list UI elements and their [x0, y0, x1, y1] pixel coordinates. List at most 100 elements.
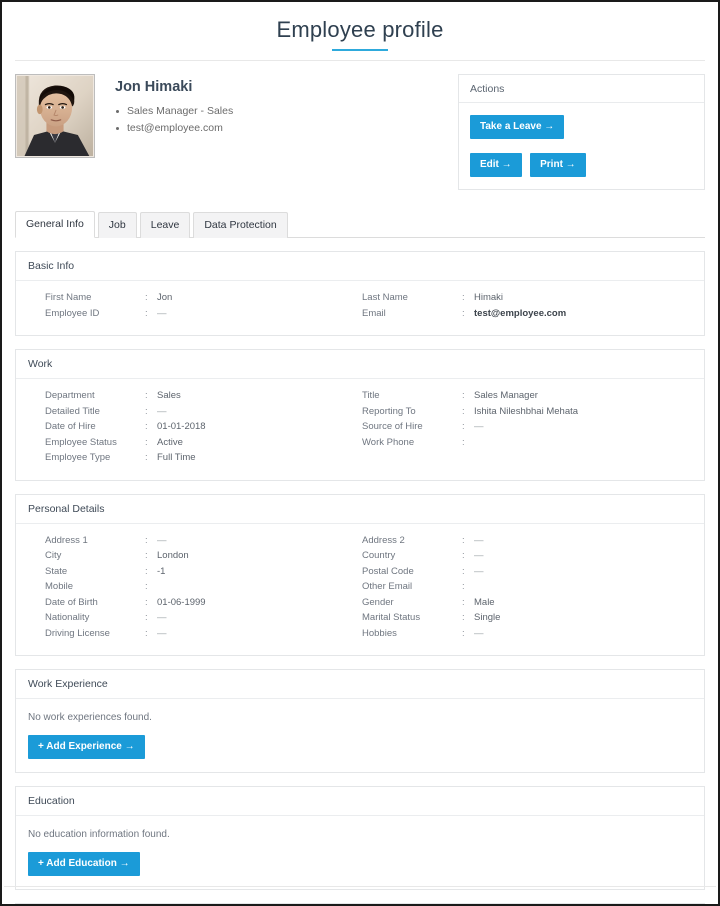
field-value: — — [157, 612, 167, 623]
field-separator: : — [462, 627, 465, 639]
field-separator: : — [145, 627, 148, 639]
field-label: Email — [362, 307, 386, 319]
take-a-leave-button[interactable]: Take a Leave → — [470, 115, 565, 139]
field-value: Himaki — [474, 292, 504, 303]
field-value: Jon — [157, 292, 173, 303]
tab-leave[interactable]: Leave — [139, 212, 191, 238]
education-title: Education — [16, 787, 704, 816]
work-right-column: Title: Sales Manager Reporting To: Ishita N… — [360, 390, 692, 468]
field-label: Employee Status — [45, 436, 117, 448]
field-value: — — [157, 534, 167, 546]
field-separator: : — [462, 550, 465, 561]
field-value: — — [474, 550, 484, 561]
field-value: — — [474, 421, 484, 432]
field-value: Active — [157, 436, 183, 448]
field-value: Single — [474, 612, 501, 623]
field-separator: : — [462, 612, 465, 623]
personal-details-card: Personal Details Address 1: — City: London S… — [15, 493, 705, 656]
field-row: Gender: Male — [362, 597, 692, 610]
field-row: Reporting To: Ishita Nileshbhai Mehata — [362, 406, 692, 419]
field-separator: : — [145, 436, 148, 448]
actions-panel-body: Take a Leave → Edit → Print → — [459, 103, 704, 189]
field-separator: : — [145, 565, 148, 577]
work-experience-card: Work Experience No work experiences foun… — [15, 669, 705, 773]
avatar — [15, 74, 95, 158]
basic-info-fields: First Name: Jon Employee ID: — Last Name: Hi… — [28, 292, 692, 323]
profile-detail-email: test@employee.com — [115, 120, 458, 137]
field-label: Detailed Title — [45, 405, 100, 417]
field-row: Marital Status: Single — [362, 612, 692, 625]
field-label: Last Name — [362, 292, 408, 303]
field-value: — — [157, 405, 167, 417]
field-label: Title — [362, 390, 380, 401]
field-separator: : — [462, 581, 465, 592]
field-row: Department: Sales — [45, 390, 360, 403]
field-value: — — [474, 565, 484, 577]
education-card: Education No education information found… — [15, 786, 705, 890]
field-separator: : — [145, 534, 148, 546]
employee-name: Jon Himaki — [115, 79, 193, 95]
basic-info-body: First Name: Jon Employee ID: — Last Name: Hi… — [16, 281, 704, 335]
field-row: Title: Sales Manager — [362, 390, 692, 403]
field-row: City: London — [45, 550, 360, 563]
field-row: First Name: Jon — [45, 292, 360, 305]
field-separator: : — [145, 421, 148, 432]
work-fields: Department: Sales Detailed Title: — Date of … — [28, 390, 692, 468]
profile-tabs: General Info Job Leave Data Protection — [15, 200, 705, 238]
field-label: Department — [45, 390, 95, 401]
field-row: Source of Hire: — — [362, 421, 692, 434]
field-label: City — [45, 550, 62, 561]
work-experience-empty-text: No work experiences found. — [28, 712, 152, 723]
field-value: Full Time — [157, 452, 196, 463]
field-value: test@employee.com — [474, 307, 567, 319]
field-label: Employee ID — [45, 307, 100, 319]
basic-info-right-column: Last Name: Himaki Email: test@employee.com — [360, 292, 692, 323]
add-experience-button[interactable]: + Add Experience → — [28, 735, 145, 759]
footer-divider — [4, 886, 716, 887]
field-separator: : — [145, 596, 148, 608]
field-value: Sales — [157, 390, 181, 401]
field-label: Hobbies — [362, 627, 397, 639]
tab-job[interactable]: Job — [97, 212, 137, 238]
field-separator: : — [462, 596, 465, 608]
field-value: Ishita Nileshbhai Mehata — [474, 405, 579, 417]
title-underline-accent — [332, 49, 388, 51]
field-row: Employee ID: — — [45, 308, 360, 321]
tab-general-info[interactable]: General Info — [15, 211, 95, 238]
add-education-button[interactable]: + Add Education → — [28, 852, 140, 876]
work-card: Work Department: Sales Detailed Title: — Dat… — [15, 349, 705, 481]
field-label: Gender — [362, 596, 394, 608]
field-row: Email: test@employee.com — [362, 308, 692, 321]
field-separator: : — [462, 436, 465, 448]
field-row: Detailed Title: — — [45, 406, 360, 419]
field-label: Driving License — [45, 627, 110, 639]
edit-button[interactable]: Edit → — [470, 153, 522, 177]
field-label: Country — [362, 550, 396, 561]
field-row: Employee Status: Active — [45, 437, 360, 450]
field-separator: : — [145, 550, 148, 561]
field-separator: : — [145, 307, 148, 319]
personal-details-title: Personal Details — [16, 495, 704, 524]
field-label: Source of Hire — [362, 421, 423, 432]
field-value: — — [474, 627, 484, 639]
actions-panel: Actions Take a Leave → Edit → Print → — [458, 74, 705, 190]
personal-details-body: Address 1: — City: London State: -1 Mobile: Dat… — [16, 524, 704, 656]
field-row: Work Phone: — [362, 437, 692, 450]
field-row: Mobile: — [45, 581, 360, 594]
field-row: Nationality: — — [45, 612, 360, 625]
field-separator: : — [145, 390, 148, 401]
employee-profile-page: Employee profile Jon Himaki Sales Manage… — [0, 0, 720, 906]
work-experience-body: No work experiences found. + Add Experie… — [16, 699, 704, 772]
print-button[interactable]: Print → — [530, 153, 586, 177]
field-separator: : — [145, 612, 148, 623]
field-label: First Name — [45, 292, 92, 303]
field-label: State — [45, 565, 68, 577]
work-body: Department: Sales Detailed Title: — Date of … — [16, 379, 704, 480]
field-value: Sales Manager — [474, 390, 538, 401]
field-value: 01-06-1999 — [157, 596, 206, 608]
field-label: Address 1 — [45, 534, 88, 546]
field-row: Date of Birth:01-06-1999 — [45, 597, 360, 610]
profile-header-row: Jon Himaki Sales Manager - Sales test@em… — [15, 61, 705, 200]
field-separator: : — [462, 390, 465, 401]
tab-data-protection[interactable]: Data Protection — [193, 212, 288, 238]
